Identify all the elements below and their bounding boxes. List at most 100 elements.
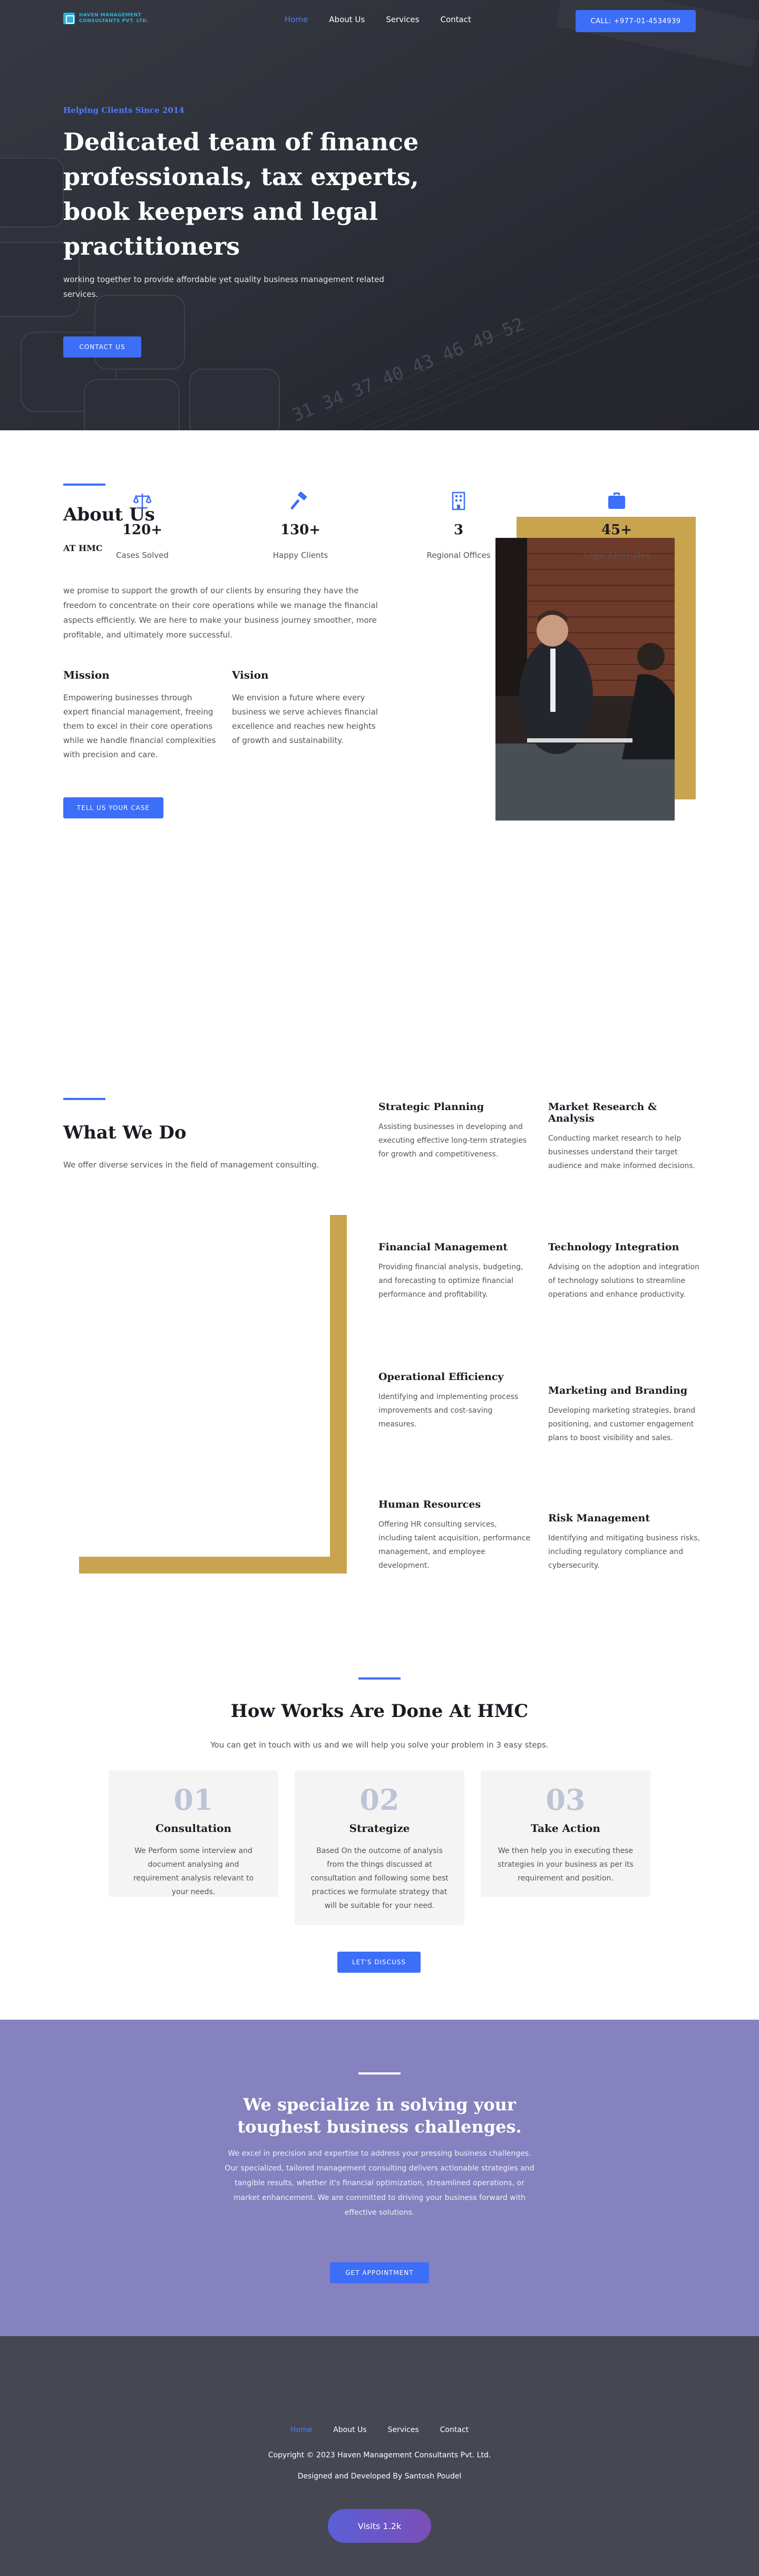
service-market-research: Market Research & Analysis Conducting ma… <box>548 1101 701 1173</box>
what-we-do-title: What We Do <box>63 1122 187 1143</box>
footer-nav: Home About Us Services Contact <box>0 2426 759 2434</box>
stat-label: Cases Solved <box>116 551 169 560</box>
section-accent-bar <box>63 1098 105 1100</box>
specialize-text: We excel in precision and expertise to a… <box>225 2149 534 2217</box>
mission-text: Empowering businesses through expert fin… <box>63 693 216 759</box>
step-text: Based On the outcome of analysis from th… <box>310 1847 449 1910</box>
service-financial-management: Financial Management Providing financial… <box>378 1241 531 1301</box>
service-text: Advising on the adoption and integration… <box>548 1263 699 1299</box>
footer-link-contact[interactable]: Contact <box>440 2426 469 2434</box>
footer: Home About Us Services Contact Copyright… <box>0 2336 759 2576</box>
how-step-card: 03 Take Action We then help you in execu… <box>481 1770 650 1897</box>
service-strategic-planning: Strategic Planning Assisting businesses … <box>378 1101 531 1161</box>
footer-credit: Designed and Developed By Santosh Poudel <box>297 2472 462 2481</box>
footer-link-services[interactable]: Services <box>388 2426 419 2434</box>
service-title: Strategic Planning <box>378 1101 484 1113</box>
service-title: Market Research & Analysis <box>548 1101 657 1124</box>
service-title: Operational Efficiency <box>378 1371 504 1383</box>
building-icon <box>448 490 469 512</box>
service-text: Identifying and mitigating business risk… <box>548 1534 700 1570</box>
briefcase-icon <box>606 490 627 512</box>
hero-subtitle: working together to provide affordable y… <box>63 275 384 299</box>
service-text: Developing marketing strategies, brand p… <box>548 1406 696 1442</box>
stat-value: 45+ <box>601 522 632 538</box>
scale-icon <box>132 490 153 512</box>
visits-counter: Visits 1.2k <box>328 2509 431 2543</box>
service-title: Financial Management <box>378 1241 508 1253</box>
service-title: Marketing and Branding <box>548 1385 688 1396</box>
specialize-title-line-1: We specialize in solving your <box>243 2095 516 2115</box>
stat-regional-offices: 3 Regional Offices <box>406 490 511 560</box>
nav-link-contact[interactable]: Contact <box>440 15 471 24</box>
top-navbar: HAVEN MANAGEMENT CONSULTANTS PVT. LTD. H… <box>0 0 759 42</box>
section-accent-bar <box>358 1677 401 1680</box>
stat-legal-associates: 45+ Legal Associates <box>564 490 669 560</box>
service-text: Providing financial analysis, budgeting,… <box>378 1263 523 1299</box>
what-we-do-subtitle: We offer diverse services in the field o… <box>63 1160 319 1170</box>
hero-title: Dedicated team of finance professionals,… <box>63 128 419 261</box>
call-button[interactable]: CALL: +977-01-4534939 <box>576 10 696 32</box>
logo-text: HAVEN MANAGEMENT CONSULTANTS PVT. LTD. <box>79 13 149 24</box>
how-step-card: 02 Strategize Based On the outcome of an… <box>295 1770 464 1925</box>
service-marketing-branding: Marketing and Branding Developing market… <box>548 1385 701 1445</box>
stat-value: 120+ <box>122 522 163 538</box>
nav-link-services[interactable]: Services <box>386 15 419 24</box>
stat-label: Legal Associates <box>583 551 650 560</box>
how-step-card: 01 Consultation We Perform some intervie… <box>109 1770 278 1897</box>
vision-text: We envision a future where every busines… <box>232 693 378 745</box>
stat-cases-solved: 120+ Cases Solved <box>90 490 195 560</box>
service-text: Identifying and implementing process imp… <box>378 1393 519 1429</box>
service-title: Human Resources <box>378 1499 481 1510</box>
about-text: we promise to support the growth of our … <box>63 586 378 640</box>
service-operational-efficiency: Operational Efficiency Identifying and i… <box>378 1371 531 1431</box>
stat-happy-clients: 130+ Happy Clients <box>248 490 353 560</box>
specialize-title-line-2: toughest business challenges. <box>237 2117 522 2137</box>
step-title: Take Action <box>531 1822 600 1835</box>
specialize-section: We specialize in solving your toughest b… <box>0 2020 759 2336</box>
section-accent-bar <box>358 2072 401 2075</box>
service-technology-integration: Technology Integration Advising on the a… <box>548 1241 701 1301</box>
step-text: We then help you in executing these stra… <box>498 1847 634 1883</box>
how-title: How Works Are Done At HMC <box>230 1701 529 1722</box>
logo[interactable]: HAVEN MANAGEMENT CONSULTANTS PVT. LTD. <box>63 13 149 24</box>
service-text: Conducting market research to help busin… <box>548 1134 695 1170</box>
nav-link-home[interactable]: Home <box>285 15 308 24</box>
logo-line-2: CONSULTANTS PVT. LTD. <box>79 18 149 24</box>
hammer-icon <box>290 490 311 512</box>
footer-link-home[interactable]: Home <box>290 2426 312 2434</box>
step-title: Consultation <box>155 1822 232 1835</box>
lets-discuss-button[interactable]: LET'S DISCUSS <box>337 1952 421 1973</box>
logo-icon <box>63 13 75 24</box>
section-accent-bar <box>63 484 105 486</box>
step-title: Strategize <box>349 1822 410 1835</box>
step-text: We Perform some interview and document a… <box>133 1847 254 1896</box>
vision-block: Vision We envision a future where every … <box>232 669 385 748</box>
footer-link-about[interactable]: About Us <box>333 2426 366 2434</box>
get-appointment-button[interactable]: GET APPOINTMENT <box>330 2262 429 2283</box>
service-risk-management: Risk Management Identifying and mitigati… <box>548 1512 701 1572</box>
contact-us-button[interactable]: CONTACT US <box>63 336 141 358</box>
tell-us-your-case-button[interactable]: TELL US YOUR CASE <box>63 797 163 818</box>
stat-value: 130+ <box>280 522 321 538</box>
step-number: 02 <box>359 1783 400 1817</box>
about-team-photo <box>495 538 675 821</box>
gold-l-vertical <box>330 1215 347 1574</box>
stat-value: 3 <box>453 522 464 538</box>
hero-content: Helping Clients Since 2014 Dedicated tea… <box>63 105 422 302</box>
hero-section: 31 34 37 40 43 46 49 52 HAVEN MANAGEMENT… <box>0 0 759 430</box>
footer-copyright: Copyright © 2023 Haven Management Consul… <box>268 2451 491 2459</box>
step-number: 03 <box>546 1783 586 1817</box>
service-title: Risk Management <box>548 1512 650 1524</box>
hero-kicker: Helping Clients Since 2014 <box>63 105 184 115</box>
service-text: Assisting businesses in developing and e… <box>378 1123 527 1159</box>
step-number: 01 <box>173 1783 213 1817</box>
vision-title: Vision <box>232 669 269 681</box>
how-subtitle: You can get in touch with us and we will… <box>210 1740 549 1750</box>
mission-block: Mission Empowering businesses through ex… <box>63 669 216 762</box>
gold-l-horizontal <box>79 1557 347 1574</box>
service-title: Technology Integration <box>548 1241 679 1253</box>
stat-label: Regional Offices <box>426 551 491 560</box>
service-text: Offering HR consulting services, includi… <box>378 1520 531 1570</box>
nav-link-about[interactable]: About Us <box>329 15 365 24</box>
service-human-resources: Human Resources Offering HR consulting s… <box>378 1499 531 1572</box>
